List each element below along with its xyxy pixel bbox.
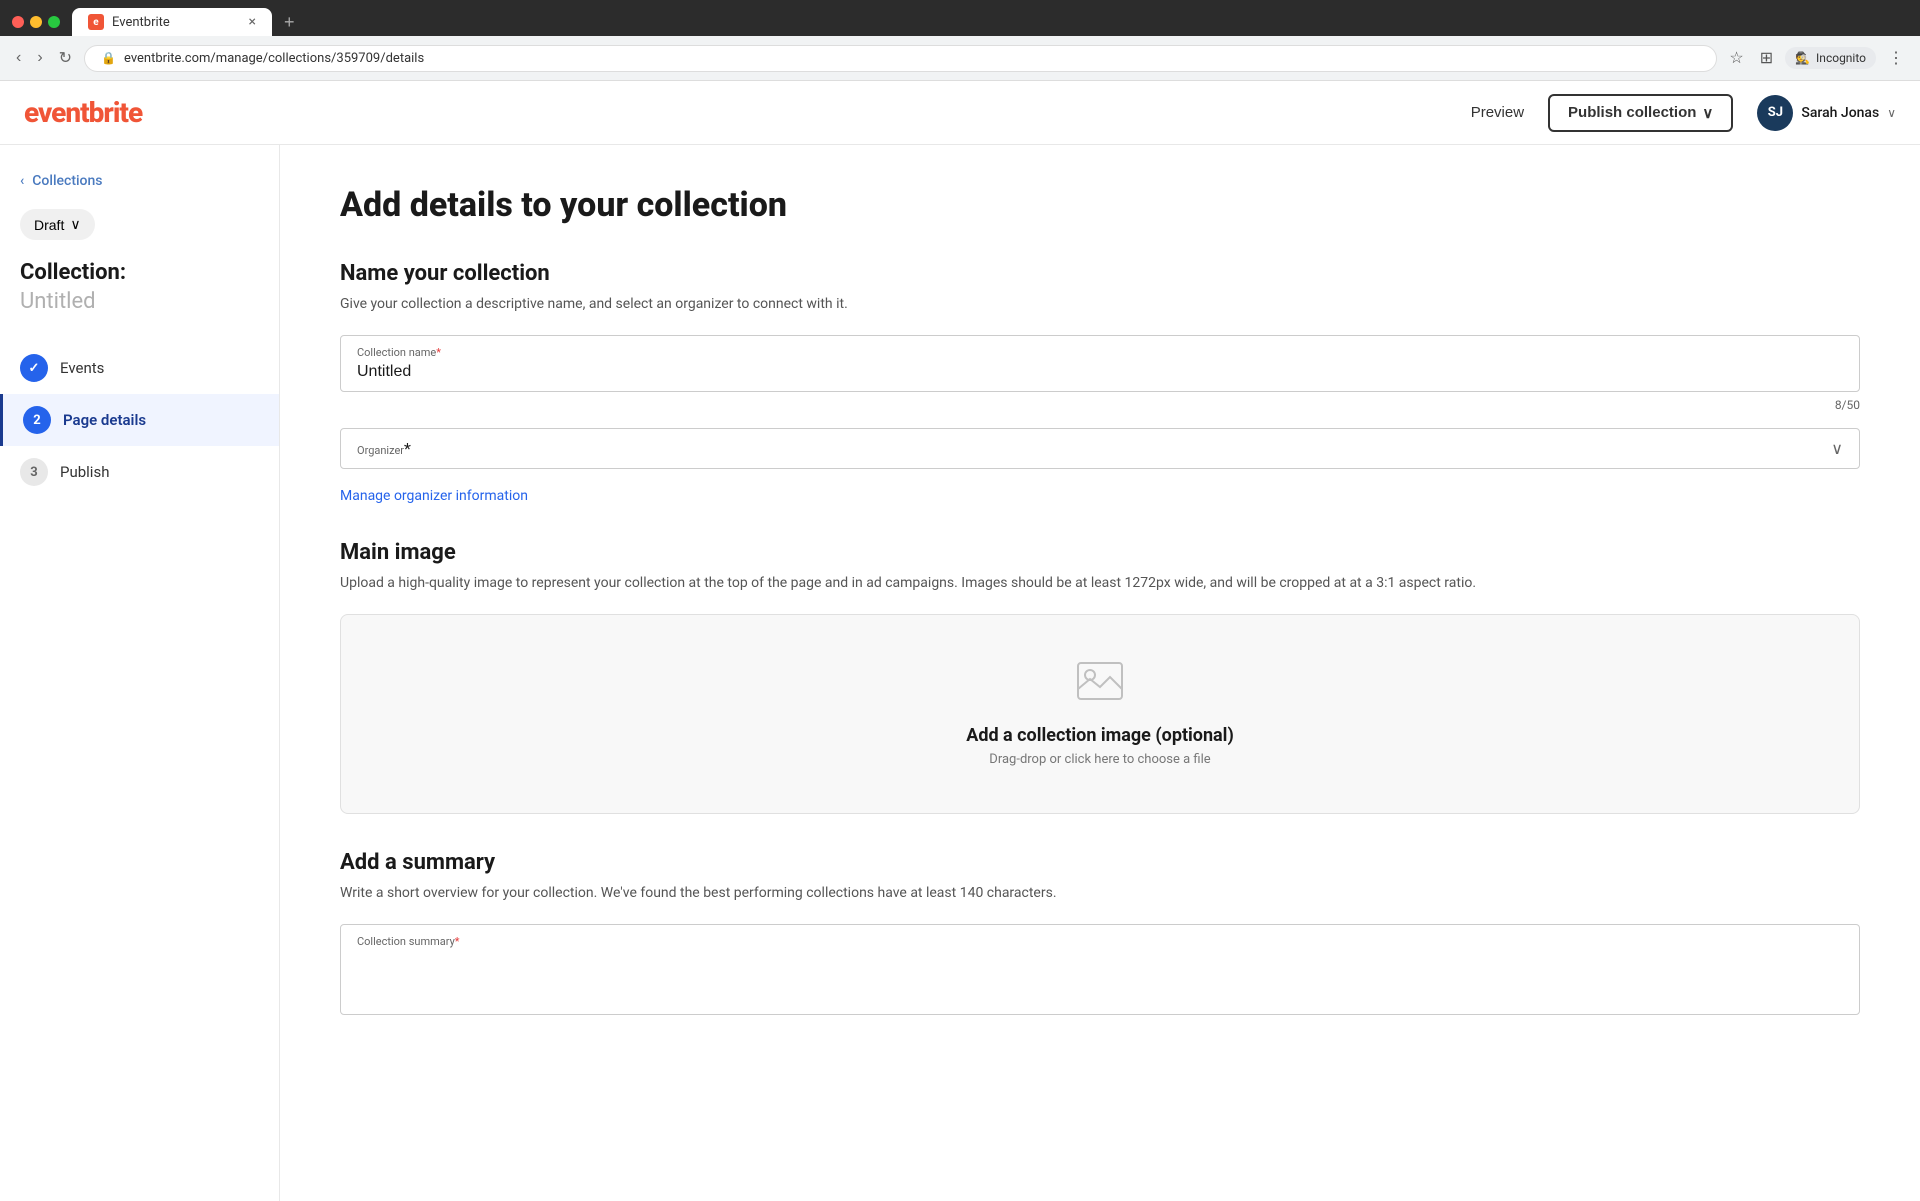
draft-chevron-icon: ∨	[70, 216, 80, 233]
back-arrow-icon: ‹	[20, 173, 24, 189]
summary-section-desc: Write a short overview for your collecti…	[340, 883, 1860, 904]
user-avatar: SJ	[1757, 95, 1793, 131]
top-nav: eventbrite Preview Publish collection ∨ …	[0, 81, 1920, 145]
incognito-label: Incognito	[1816, 51, 1866, 65]
back-to-collections[interactable]: ‹ Collections	[0, 165, 279, 209]
user-name: Sarah Jonas	[1801, 105, 1879, 121]
traffic-light-minimize[interactable]	[30, 16, 42, 28]
back-button[interactable]: ‹	[12, 45, 25, 71]
traffic-light-close[interactable]	[12, 16, 24, 28]
traffic-light-maximize[interactable]	[48, 16, 60, 28]
refresh-button[interactable]: ↻	[55, 44, 76, 72]
organizer-select[interactable]: Organizer* ∨	[340, 428, 1860, 469]
publish-collection-button[interactable]: Publish collection ∨	[1548, 94, 1733, 132]
organizer-field: Organizer* ∨	[340, 428, 1860, 469]
sidebar-item-page-details[interactable]: 2 Page details	[0, 394, 279, 446]
page-title: Add details to your collection	[340, 185, 1860, 225]
manage-organizer-link[interactable]: Manage organizer information	[340, 488, 528, 504]
user-menu[interactable]: SJ Sarah Jonas ∨	[1757, 95, 1896, 131]
summary-label: Collection summary*	[357, 935, 1843, 948]
sidebar-item-publish[interactable]: 3 Publish	[0, 446, 279, 498]
name-section: Name your collection Give your collectio…	[340, 261, 1860, 504]
preview-button[interactable]: Preview	[1471, 104, 1524, 121]
incognito-badge: 🕵 Incognito	[1785, 47, 1876, 69]
collection-name-display: Untitled	[0, 285, 279, 342]
image-section-desc: Upload a high-quality image to represent…	[340, 573, 1860, 594]
collection-name-field: Collection name* 8/50	[340, 335, 1860, 412]
back-label: Collections	[32, 173, 102, 189]
char-count: 8/50	[340, 398, 1860, 412]
draft-label: Draft	[34, 217, 64, 233]
sidebar-item-events-label: Events	[60, 359, 104, 377]
browser-tab[interactable]: e Eventbrite ×	[72, 8, 272, 36]
name-section-desc: Give your collection a descriptive name,…	[340, 294, 1860, 315]
lock-icon: 🔒	[101, 51, 116, 65]
organizer-chevron-icon: ∨	[1831, 439, 1843, 458]
summary-input[interactable]	[357, 950, 1843, 1000]
bookmark-button[interactable]: ☆	[1725, 44, 1747, 72]
top-nav-actions: Preview Publish collection ∨ SJ Sarah Jo…	[1471, 94, 1896, 132]
app-logo[interactable]: eventbrite	[24, 96, 142, 129]
incognito-icon: 🕵	[1795, 51, 1810, 65]
publish-label: Publish collection	[1568, 104, 1696, 121]
summary-field: Collection summary*	[340, 924, 1860, 1015]
tab-favicon: e	[88, 14, 104, 30]
summary-section-title: Add a summary	[340, 850, 1860, 875]
image-placeholder-icon	[1076, 661, 1124, 711]
url-display: eventbrite.com/manage/collections/359709…	[124, 51, 1700, 66]
more-options-button[interactable]: ⋮	[1884, 44, 1908, 72]
collection-prefix-label: Collection:	[0, 260, 279, 285]
step-circle-page-details: 2	[23, 406, 51, 434]
forward-button[interactable]: ›	[33, 45, 46, 71]
summary-input-wrapper[interactable]: Collection summary*	[340, 924, 1860, 1015]
sidebar-item-page-details-label: Page details	[63, 411, 146, 429]
draft-status-button[interactable]: Draft ∨	[20, 209, 95, 240]
sidebar: ‹ Collections Draft ∨ Collection: Untitl…	[0, 145, 280, 1201]
step-circle-publish: 3	[20, 458, 48, 486]
sidebar-item-publish-label: Publish	[60, 463, 109, 481]
image-section-title: Main image	[340, 540, 1860, 565]
image-section: Main image Upload a high-quality image t…	[340, 540, 1860, 814]
collection-name-input[interactable]	[357, 363, 1843, 381]
step-circle-events: ✓	[20, 354, 48, 382]
image-upload-title: Add a collection image (optional)	[966, 725, 1234, 746]
tab-title: Eventbrite	[112, 15, 241, 30]
organizer-required: *	[404, 439, 411, 458]
user-chevron-icon: ∨	[1887, 106, 1896, 120]
organizer-label: Organizer*	[357, 439, 411, 458]
main-content: Add details to your collection Name your…	[280, 145, 1920, 1201]
collection-name-required: *	[436, 346, 441, 359]
publish-chevron-icon: ∨	[1702, 104, 1713, 122]
image-upload-subtitle: Drag-drop or click here to choose a file	[989, 752, 1210, 767]
name-section-title: Name your collection	[340, 261, 1860, 286]
address-bar[interactable]: 🔒 eventbrite.com/manage/collections/3597…	[84, 45, 1717, 72]
collection-name-input-wrapper[interactable]: Collection name*	[340, 335, 1860, 392]
tab-close-button[interactable]: ×	[249, 14, 256, 30]
extensions-button[interactable]: ⊞	[1756, 44, 1777, 72]
new-tab-button[interactable]: +	[280, 12, 299, 33]
image-upload-area[interactable]: Add a collection image (optional) Drag-d…	[340, 614, 1860, 814]
collection-name-label: Collection name*	[357, 346, 1843, 359]
summary-section: Add a summary Write a short overview for…	[340, 850, 1860, 1015]
sidebar-item-events[interactable]: ✓ Events	[0, 342, 279, 394]
